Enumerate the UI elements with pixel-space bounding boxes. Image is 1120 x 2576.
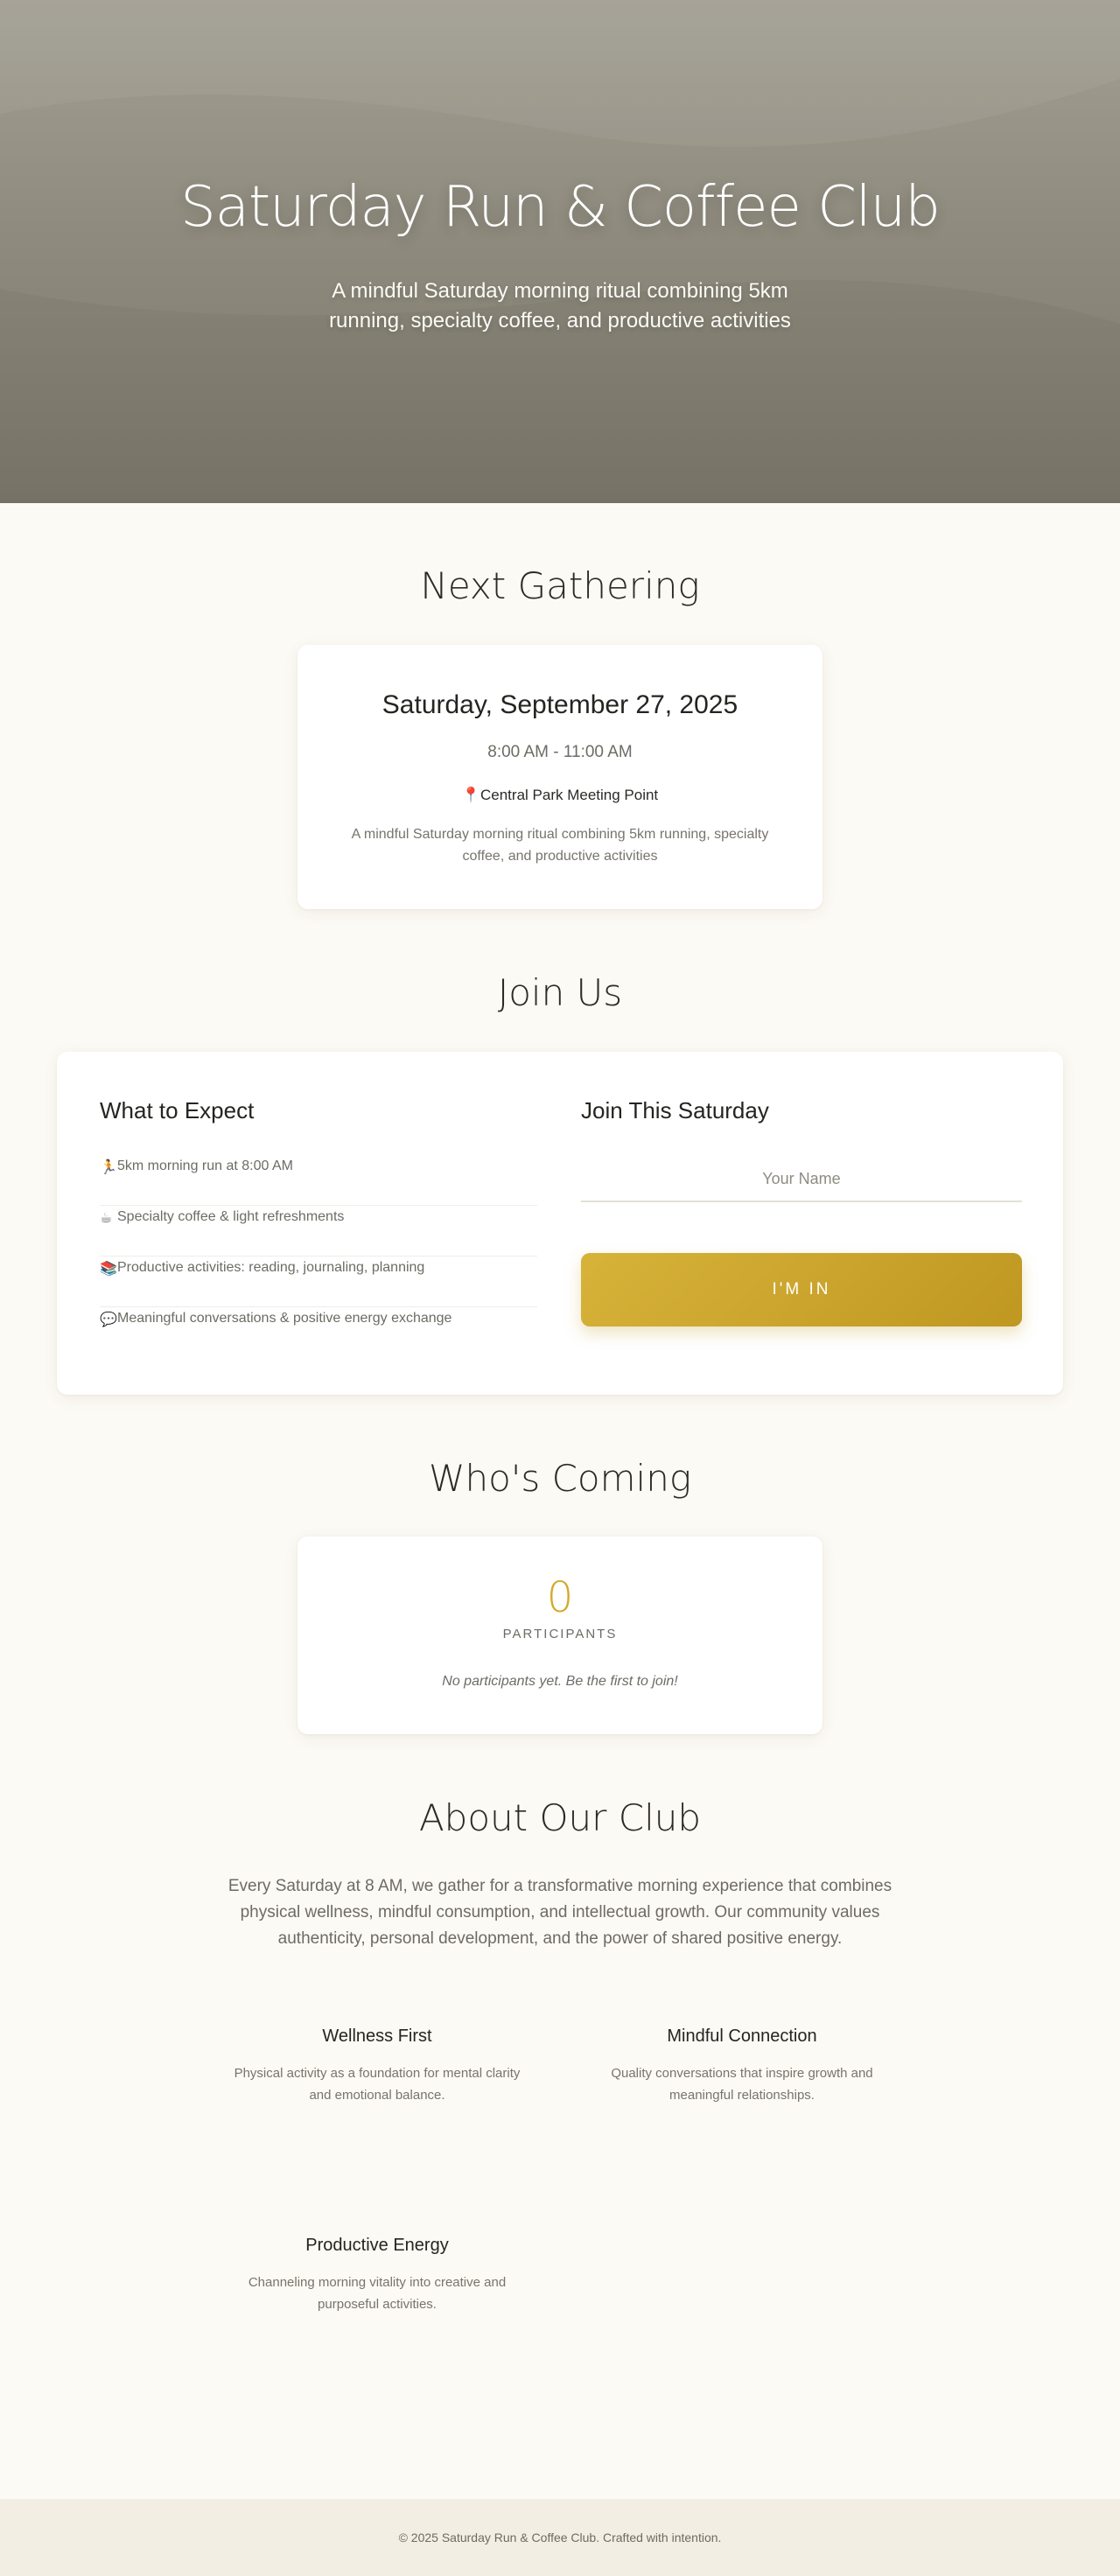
gathering-location: 📍Central Park Meeting Point bbox=[298, 787, 822, 804]
feature-title: Wellness First bbox=[322, 2026, 432, 2046]
participants-label: PARTICIPANTS bbox=[502, 1627, 618, 1642]
list-item: 🏃 5km morning run at 8:00 AM bbox=[100, 1155, 537, 1206]
feature-text: Physical activity as a foundation for me… bbox=[234, 2066, 521, 2103]
speech-bubble-icon: 💬 bbox=[100, 1312, 117, 1327]
feature-text: Quality conversations that inspire growt… bbox=[611, 2066, 873, 2103]
books-icon: 📚 bbox=[100, 1262, 117, 1277]
gathering-date: Saturday, September 27, 2025 bbox=[382, 690, 738, 719]
feature-wellness-first: Wellness First Physical activity as a fo… bbox=[233, 2026, 522, 2106]
map-pin-icon: 📍 bbox=[461, 787, 480, 803]
next-gathering-heading: Next Gathering bbox=[420, 564, 700, 607]
list-item-label: Specialty coffee & light refreshments bbox=[117, 1209, 345, 1224]
coffee-icon: ☕ bbox=[100, 1211, 113, 1226]
about-heading: About Our Club bbox=[418, 1796, 702, 1839]
whos-coming-heading: Who's Coming bbox=[428, 1457, 692, 1500]
participant-count: 0 bbox=[546, 1573, 574, 1622]
im-in-button[interactable]: I'M IN bbox=[581, 1253, 1022, 1326]
expect-list: 🏃 5km morning run at 8:00 AM ☕ Specialty… bbox=[100, 1155, 537, 1358]
hero-banner: Saturday Run & Coffee Club A mindful Sat… bbox=[0, 0, 1120, 503]
list-item-label: Meaningful conversations & positive ener… bbox=[117, 1311, 452, 1326]
list-item: ☕ Specialty coffee & light refreshments bbox=[100, 1206, 537, 1256]
runner-icon: 🏃 bbox=[100, 1160, 117, 1175]
participants-card: 0 PARTICIPANTS No participants yet. Be t… bbox=[298, 1536, 822, 1734]
footer: © 2025 Saturday Run & Coffee Club. Craft… bbox=[0, 2499, 1120, 2576]
list-item-label: Productive activities: reading, journali… bbox=[117, 1260, 425, 1275]
next-gathering-card: Saturday, September 27, 2025 8:00 AM - 1… bbox=[298, 645, 822, 909]
footer-copyright: © 2025 Saturday Run & Coffee Club. Craft… bbox=[398, 2530, 722, 2544]
join-us-heading: Join Us bbox=[497, 971, 623, 1014]
hero-title: Saturday Run & Coffee Club bbox=[180, 175, 941, 240]
list-item-label: 5km morning run at 8:00 AM bbox=[117, 1158, 293, 1173]
hero-subtitle: A mindful Saturday morning ritual combin… bbox=[329, 279, 791, 332]
gathering-time: 8:00 AM - 11:00 AM bbox=[487, 743, 633, 761]
empty-participants-message: No participants yet. Be the first to joi… bbox=[442, 1674, 678, 1689]
feature-text: Channeling morning vitality into creativ… bbox=[248, 2275, 507, 2312]
hero-wave-decoration bbox=[0, 0, 1120, 147]
feature-mindful-connection: Mindful Connection Quality conversations… bbox=[598, 2026, 886, 2106]
feature-productive-energy: Productive Energy Channeling morning vit… bbox=[233, 2236, 522, 2315]
feature-title: Mindful Connection bbox=[667, 2026, 817, 2046]
gathering-description: A mindful Saturday morning ritual combin… bbox=[351, 827, 769, 864]
list-item: 📚 Productive activities: reading, journa… bbox=[100, 1256, 537, 1307]
feature-title: Productive Energy bbox=[305, 2236, 449, 2255]
list-item: 💬 Meaningful conversations & positive en… bbox=[100, 1307, 537, 1358]
join-this-saturday-title: Join This Saturday bbox=[581, 1097, 769, 1124]
join-us-card: What to Expect 🏃 5km morning run at 8:00… bbox=[57, 1052, 1063, 1395]
what-to-expect-title: What to Expect bbox=[100, 1097, 255, 1124]
gathering-location-label: Central Park Meeting Point bbox=[480, 787, 659, 803]
name-input[interactable] bbox=[581, 1157, 1022, 1202]
about-text: Every Saturday at 8 AM, we gather for a … bbox=[228, 1877, 892, 1948]
